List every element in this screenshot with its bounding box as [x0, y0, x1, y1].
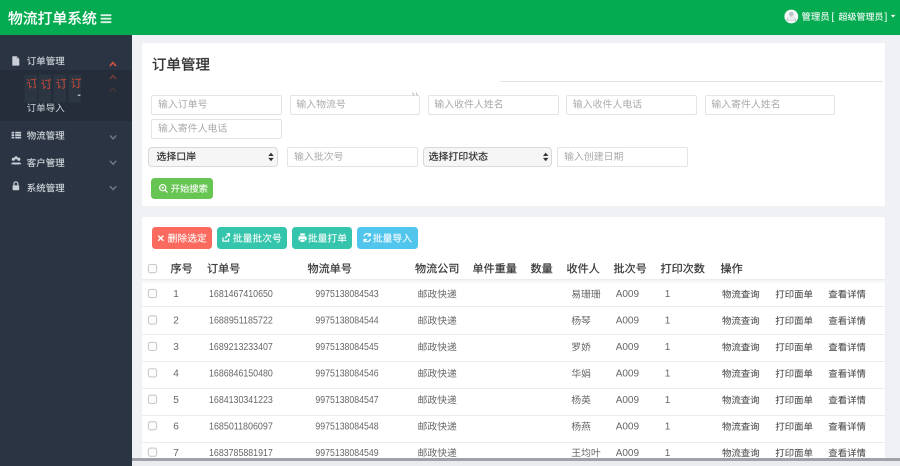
svg-text:3: 3 [173, 342, 179, 353]
svg-text:1: 1 [665, 342, 671, 353]
svg-text:5: 5 [173, 395, 179, 406]
svg-text:1: 1 [173, 289, 179, 300]
svg-text:1686846150480: 1686846150480 [209, 369, 273, 380]
svg-text:9975138084547: 9975138084547 [315, 395, 378, 406]
svg-text:1684130341223: 1684130341223 [209, 395, 273, 406]
svg-text:9975138084545: 9975138084545 [315, 342, 378, 353]
svg-text:9975138084543: 9975138084543 [315, 289, 378, 300]
svg-text:1689213233407: 1689213233407 [209, 342, 273, 353]
svg-text:1681467410650: 1681467410650 [209, 289, 273, 300]
svg-text:7: 7 [173, 448, 179, 459]
svg-text:1683785881917: 1683785881917 [209, 448, 273, 459]
svg-text:A009: A009 [616, 448, 640, 459]
svg-text:A009: A009 [616, 289, 640, 300]
svg-text:A009: A009 [616, 395, 640, 406]
svg-text:A009: A009 [616, 316, 640, 327]
svg-text:A009: A009 [616, 421, 640, 432]
svg-text:1685011806097: 1685011806097 [209, 421, 273, 432]
svg-text:[: [ [832, 12, 835, 23]
svg-text:A009: A009 [616, 342, 640, 353]
svg-text:9975138084548: 9975138084548 [315, 421, 378, 432]
svg-text:4: 4 [173, 369, 179, 380]
svg-text:9975138084549: 9975138084549 [315, 448, 378, 459]
svg-text:A009: A009 [616, 369, 640, 380]
svg-text:]: ] [885, 12, 888, 23]
svg-text:2: 2 [173, 316, 179, 327]
svg-text:1688951185722: 1688951185722 [209, 316, 273, 327]
svg-text:1: 1 [665, 369, 671, 380]
svg-text:9975138084546: 9975138084546 [315, 369, 378, 380]
svg-text:1: 1 [665, 421, 671, 432]
svg-text:1: 1 [665, 448, 671, 459]
svg-text:9975138084544: 9975138084544 [315, 316, 378, 327]
svg-text:1: 1 [665, 316, 671, 327]
svg-text:1: 1 [665, 395, 671, 406]
svg-text:1: 1 [665, 289, 671, 300]
svg-text:6: 6 [173, 421, 179, 432]
